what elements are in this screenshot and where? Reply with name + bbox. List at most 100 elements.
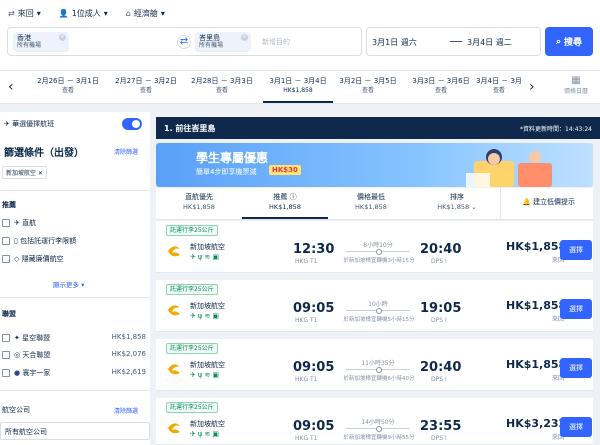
arrive-airport: DPS I <box>431 258 447 265</box>
alliance-row[interactable]: ◎ 天合聯盟 HK$2,076 <box>2 350 152 360</box>
depart-date[interactable]: 3月1日 週六 <box>372 37 417 48</box>
price-alert-label: 建立低價提示 <box>532 198 575 206</box>
date-tab[interactable]: 2月27日 － 3月2日 查看 <box>111 76 181 96</box>
alliance-row[interactable]: ● 寰宇一家 HK$2,619 <box>2 368 152 378</box>
price-calendar-button[interactable]: ▦ 價格日曆 <box>556 75 596 95</box>
filter-baggage[interactable]: ▯ 包括託運行李限額 <box>2 236 76 246</box>
chevron-down-icon: ▾ <box>103 9 108 18</box>
search-button[interactable]: ⌕ 搜尋 <box>545 27 593 56</box>
sort-tab-recommended[interactable]: 推薦 ⓘ HK$1,858 <box>242 192 328 219</box>
depart-time: 12:30 <box>293 242 335 257</box>
oneworld-icon: ● <box>14 369 21 377</box>
checkbox[interactable] <box>2 237 10 245</box>
baggage-tag: 託運行李25公斤 <box>166 343 218 354</box>
depart-airport: HKG T1 <box>295 258 318 265</box>
date-tab-dates: 2月27日 － 3月2日 <box>115 77 177 85</box>
destination-chip[interactable]: 峇里島 所有機場 × <box>195 32 251 52</box>
search-icon: ⌕ <box>555 36 562 47</box>
checkbox[interactable] <box>2 334 10 342</box>
sort-tab-price: HK$1,858 <box>437 203 470 211</box>
date-tab[interactable]: 2月28日 － 3月3日 查看 <box>187 76 257 96</box>
active-filter-chip[interactable]: 新加坡航空 ✕ <box>2 166 47 179</box>
clear-filter-link[interactable]: 清除篩選 <box>114 147 138 156</box>
airline-name: 新加坡航空 <box>190 420 225 428</box>
flight-card[interactable]: 託運行李25公斤 新加坡航空 ✈ψ≋▣ 09:05 HKG T1 11小時35分… <box>156 339 593 391</box>
star-alliance-icon: ✦ <box>14 334 20 342</box>
all-airlines-option[interactable]: 所有航空公司 <box>0 422 150 440</box>
alliance-name: 天合聯盟 <box>22 351 51 359</box>
calendar-icon: ▦ <box>571 75 581 86</box>
close-icon[interactable]: ✕ <box>38 170 43 177</box>
student-promo-banner[interactable]: 學生專屬優惠 簡單4步即享機票減 HK$30 <box>156 143 593 187</box>
airline-name: 新加坡航空 <box>190 302 225 310</box>
checkbox[interactable] <box>2 351 10 359</box>
amenities-icons: ✈ψ≋▣ <box>190 253 221 261</box>
date-tab[interactable]: 3月3日 － 3月6日 查看 <box>406 76 476 96</box>
arrive-airport: DPS I <box>431 376 447 383</box>
data-updated: *資料更新時間：14:43:24 <box>520 126 592 133</box>
date-tab[interactable]: 3月2日 － 3月5日 查看 <box>333 76 403 96</box>
stopover-info: 於新加坡樟宜轉機6小時40分 <box>343 376 415 382</box>
date-tab-price: HK$1,858 <box>283 87 313 94</box>
add-destination-input[interactable]: 新增目的 <box>262 37 290 47</box>
flight-card[interactable]: 託運行李25公斤 新加坡航空 ✈ψ≋▣ 09:05 HKG T1 14小時50分… <box>156 398 593 445</box>
baggage-tag: 託運行李25公斤 <box>166 284 218 295</box>
flight-card[interactable]: 託運行李25公斤 新加坡航空 ✈ψ≋▣ 12:30 HKG T1 8小時10分 … <box>156 221 593 273</box>
cabin-select[interactable]: ⌂ 經濟艙 ▾ <box>126 8 165 19</box>
baggage-tag: 託運行李25公斤 <box>166 402 218 413</box>
flight-card[interactable]: 託運行李25公斤 新加坡航空 ✈ψ≋▣ 09:05 HKG T1 10小時 於新… <box>156 280 593 332</box>
remove-icon[interactable]: × <box>59 34 66 41</box>
depart-airport: HKG T1 <box>295 376 318 383</box>
chevron-left-icon[interactable]: ‹ <box>8 79 14 95</box>
sort-tab-nonstop[interactable]: 直航優先 HK$1,858 <box>156 192 242 212</box>
price-alert-button[interactable]: 🔔 建立低價提示 <box>522 197 575 207</box>
info-icon[interactable]: ⓘ <box>290 193 297 201</box>
sort-tab-label: 價格最低 <box>357 193 385 201</box>
show-more-link[interactable]: 顯示更多 ▾ <box>53 279 84 289</box>
depart-time: 09:05 <box>293 301 335 316</box>
filter-nonstop[interactable]: ✈ 直航 <box>2 218 36 228</box>
origin-chip[interactable]: 香港 所有機場 × <box>13 32 69 52</box>
passenger-label: 1位成人 <box>71 9 101 18</box>
alliance-row[interactable]: ✦ 星空聯盟 HK$1,858 <box>2 333 152 343</box>
date-tab[interactable]: 3月4日 － 3月 查看 <box>475 76 523 96</box>
chevron-right-icon[interactable]: › <box>529 79 535 95</box>
date-tab-dates: 2月26日 － 3月1日 <box>37 77 99 85</box>
alliance-price: HK$2,619 <box>111 368 146 376</box>
checkbox[interactable] <box>2 255 10 263</box>
tag-icon: ◇ <box>14 255 20 263</box>
students-illustration <box>466 149 552 187</box>
airline-clear-link[interactable]: 清除篩選 <box>114 406 138 415</box>
alliance-section-title: 聯盟 <box>2 310 16 318</box>
banner-subtitle: 簡單4步即享機票減 <box>196 168 257 176</box>
choose-button[interactable]: 選擇 <box>560 417 592 437</box>
checkbox[interactable] <box>2 219 10 227</box>
swap-route-icon[interactable]: ⇄ <box>177 35 191 49</box>
recommended-toggle[interactable] <box>122 118 142 130</box>
luggage-icon: ▯ <box>14 237 18 245</box>
passenger-select[interactable]: 👤 1位成人 ▾ <box>59 8 108 19</box>
banner-badge: HK$30 <box>269 165 301 175</box>
date-tab-price: 查看 <box>215 87 228 94</box>
checkbox[interactable] <box>2 369 10 377</box>
choose-button[interactable]: 選擇 <box>560 299 592 319</box>
trip-type-label: 來回 <box>17 9 34 18</box>
stopover-info: 於新加坡樟宜轉機9小時55分 <box>343 435 415 441</box>
trip-type-select[interactable]: ⇄ 來回 ▾ <box>8 8 41 19</box>
filter-hide-lcc[interactable]: ◇ 隱藏廉價航空 <box>2 254 64 264</box>
arrive-time: 23:55 <box>420 419 462 434</box>
return-date[interactable]: 3月4日 週二 <box>467 37 512 48</box>
skyteam-icon: ◎ <box>14 351 21 359</box>
origin-sub: 所有機場 <box>17 42 42 49</box>
date-tab-selected[interactable]: 3月1日 － 3月4日 HK$1,858 <box>263 76 333 103</box>
choose-button[interactable]: 選擇 <box>560 240 592 260</box>
remove-icon[interactable]: × <box>241 34 248 41</box>
depart-time: 09:05 <box>293 360 335 375</box>
amenities-icons: ✈ψ≋▣ <box>190 430 221 438</box>
choose-button[interactable]: 選擇 <box>560 358 592 378</box>
sort-tab-cheapest[interactable]: 價格最低 HK$1,858 <box>328 192 414 212</box>
date-tab[interactable]: 2月26日 － 3月1日 查看 <box>33 76 103 96</box>
date-tab-price: 查看 <box>61 87 74 94</box>
sort-tab-sort[interactable]: 排序 HK$1,858 ⌄ <box>414 192 500 212</box>
route-line <box>346 426 410 432</box>
